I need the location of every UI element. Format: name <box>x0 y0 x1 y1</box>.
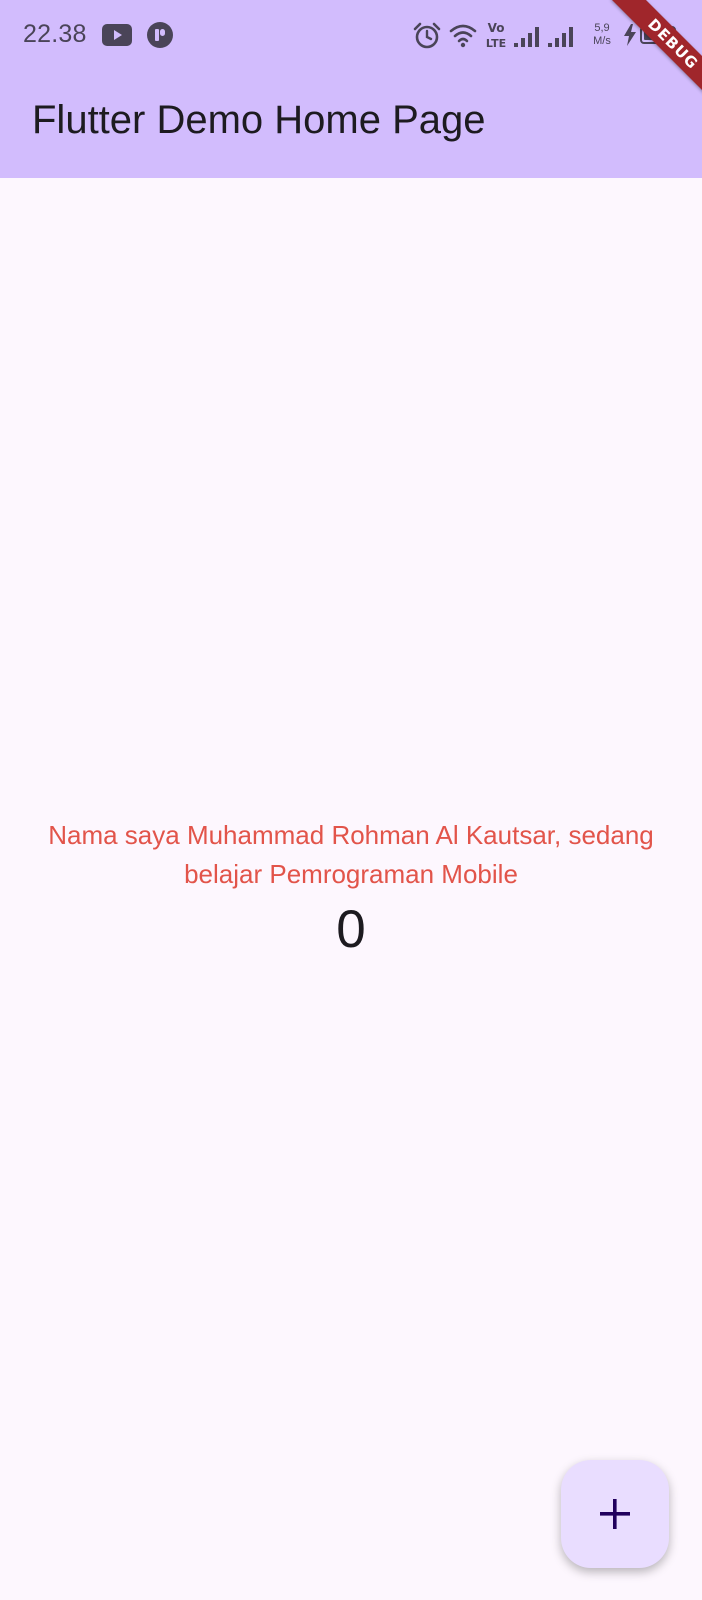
wifi-icon <box>449 24 477 48</box>
network-speed-unit: M/s <box>593 35 611 47</box>
main-content: Nama saya Muhammad Rohman Al Kautsar, se… <box>0 816 702 962</box>
svg-text:Vo: Vo <box>488 21 505 35</box>
svg-text:LTE: LTE <box>486 37 506 50</box>
signal-icon <box>514 27 539 47</box>
network-speed-value: 5,9 <box>594 22 610 34</box>
youtube-icon <box>102 24 132 46</box>
plus-icon <box>600 1499 630 1529</box>
alarm-icon <box>413 22 441 49</box>
volte-icon: Vo LTE <box>486 21 506 50</box>
increment-button[interactable] <box>561 1460 669 1568</box>
notification-app-icon <box>147 22 173 48</box>
app-title: Flutter Demo Home Page <box>32 98 486 142</box>
app-bar: 22.38 Vo LTE 5,9 M/s Flutter Demo Home P… <box>0 0 702 178</box>
counter-value: 0 <box>336 900 366 959</box>
status-time: 22.38 <box>23 20 87 48</box>
charging-icon <box>624 24 636 46</box>
signal-icon <box>548 27 573 47</box>
status-bar: 22.38 Vo LTE 5,9 M/s <box>0 0 702 72</box>
intro-message: Nama saya Muhammad Rohman Al Kautsar, se… <box>48 820 654 889</box>
network-speed: 5,9 M/s <box>589 22 615 48</box>
